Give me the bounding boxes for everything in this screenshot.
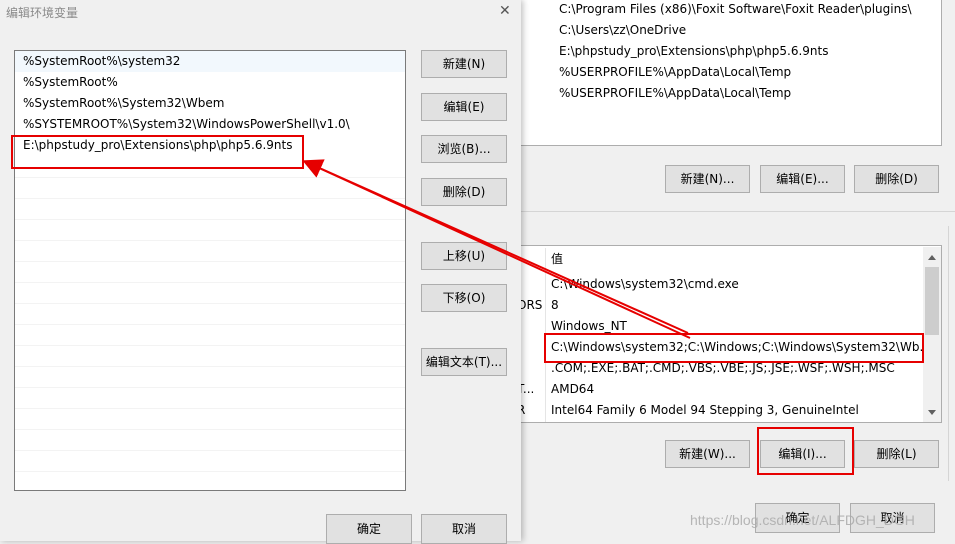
watermark: https://blog.csdn.net/ALFDGH_DGH xyxy=(690,512,915,528)
annotation-arrows xyxy=(302,159,691,339)
annotation-arrow-line xyxy=(305,161,691,339)
